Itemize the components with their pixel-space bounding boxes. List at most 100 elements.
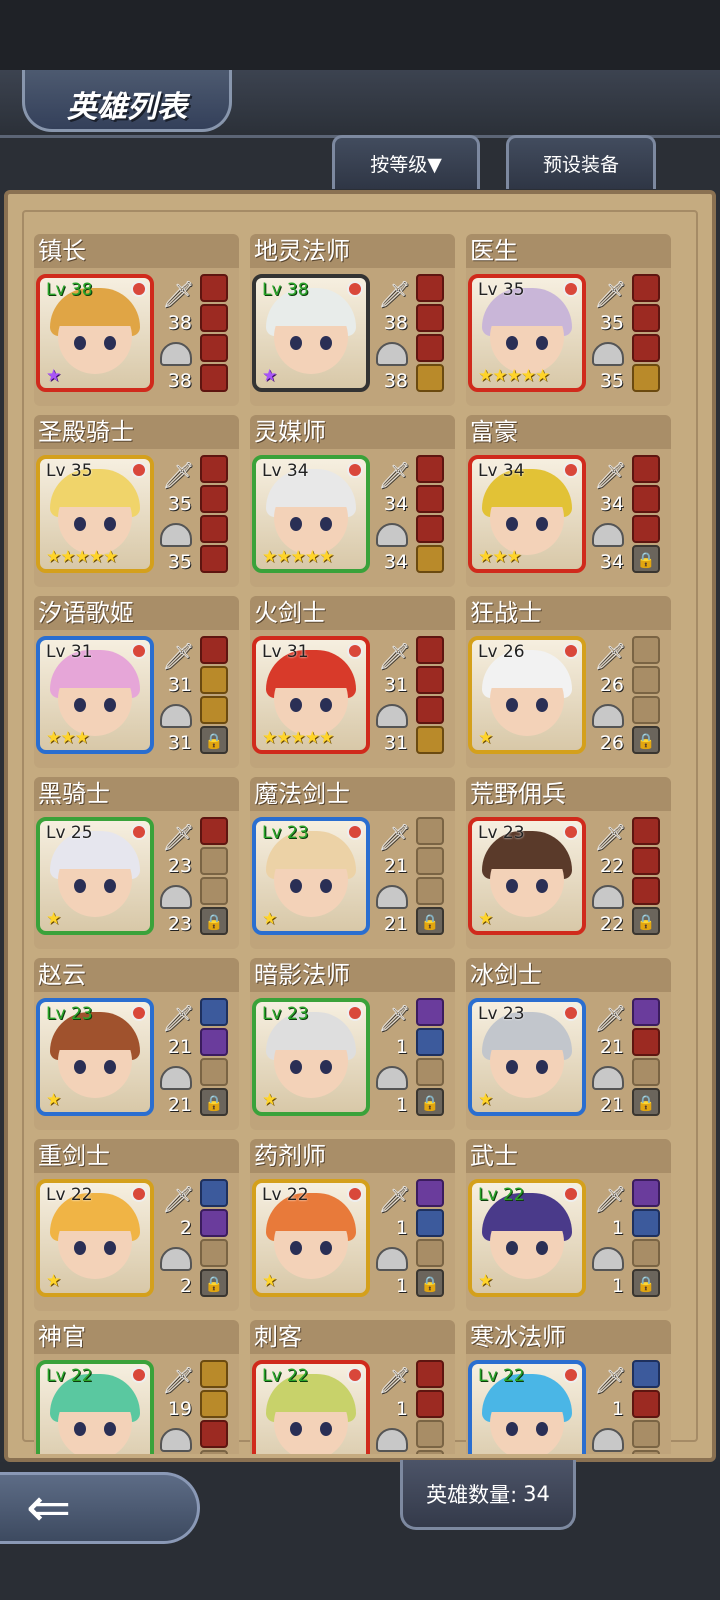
- equipment-slot[interactable]: [632, 364, 660, 392]
- equipment-slot[interactable]: [416, 274, 444, 302]
- equipment-slot[interactable]: [416, 515, 444, 543]
- equipment-slot[interactable]: [632, 1209, 660, 1237]
- equipment-slot[interactable]: [200, 364, 228, 392]
- equipment-slot[interactable]: [416, 696, 444, 724]
- equipment-slot[interactable]: [632, 1420, 660, 1448]
- equipment-slot[interactable]: [632, 847, 660, 875]
- lock-icon[interactable]: 🔒: [416, 1088, 444, 1116]
- equipment-slot[interactable]: [416, 1058, 444, 1086]
- equipment-slot[interactable]: [200, 636, 228, 664]
- equipment-slot[interactable]: [200, 545, 228, 573]
- equipment-slot[interactable]: [416, 334, 444, 362]
- equipment-slot[interactable]: [632, 515, 660, 543]
- hero-portrait[interactable]: Lv 25 ★: [36, 817, 154, 935]
- equipment-slot[interactable]: [416, 364, 444, 392]
- hero-card[interactable]: 冰剑士 Lv 23 ★ 🗡 21 21 🔒: [466, 958, 671, 1130]
- equipment-slot[interactable]: [632, 696, 660, 724]
- hero-card[interactable]: 汐语歌姬 Lv 31 ★★★ 🗡 31 31 🔒: [34, 596, 239, 768]
- lock-icon[interactable]: 🔒: [200, 1088, 228, 1116]
- equipment-slot[interactable]: [632, 877, 660, 905]
- hero-card[interactable]: 重剑士 Lv 22 ★ 🗡 2 2 🔒: [34, 1139, 239, 1311]
- hero-portrait[interactable]: Lv 34 ★★★★★: [252, 455, 370, 573]
- equipment-slot[interactable]: [416, 998, 444, 1026]
- equipment-slot[interactable]: [632, 817, 660, 845]
- equipment-slot[interactable]: [632, 334, 660, 362]
- hero-portrait[interactable]: Lv 38 ★: [252, 274, 370, 392]
- equipment-slot[interactable]: [200, 847, 228, 875]
- equipment-slot[interactable]: [200, 274, 228, 302]
- lock-icon[interactable]: 🔒: [632, 545, 660, 573]
- lock-icon[interactable]: 🔒: [632, 1088, 660, 1116]
- equipment-slot[interactable]: [416, 1390, 444, 1418]
- hero-portrait[interactable]: Lv 23 ★: [252, 817, 370, 935]
- equipment-slot[interactable]: [632, 485, 660, 513]
- equipment-slot[interactable]: [416, 455, 444, 483]
- hero-card[interactable]: 圣殿骑士 Lv 35 ★★★★★ 🗡 35 35: [34, 415, 239, 587]
- equipment-slot[interactable]: [200, 1420, 228, 1448]
- preset-equipment-button[interactable]: 预设装备: [506, 135, 656, 189]
- equipment-slot[interactable]: [632, 455, 660, 483]
- hero-card[interactable]: 刺客 Lv 22 🗡 1: [250, 1320, 455, 1454]
- hero-card[interactable]: 荒野佣兵 Lv 23 ★ 🗡 22 22 🔒: [466, 777, 671, 949]
- equipment-slot[interactable]: [416, 545, 444, 573]
- hero-card[interactable]: 镇长 Lv 38 ★ 🗡 38 38: [34, 234, 239, 406]
- hero-card[interactable]: 寒冰法师 Lv 22 🗡 1: [466, 1320, 671, 1454]
- equipment-slot[interactable]: [200, 455, 228, 483]
- equipment-slot[interactable]: [416, 636, 444, 664]
- equipment-slot[interactable]: [416, 1420, 444, 1448]
- equipment-slot[interactable]: [200, 877, 228, 905]
- hero-portrait[interactable]: Lv 26 ★: [468, 636, 586, 754]
- equipment-slot[interactable]: [632, 998, 660, 1026]
- hero-portrait[interactable]: Lv 31 ★★★: [36, 636, 154, 754]
- equipment-slot[interactable]: [416, 1028, 444, 1056]
- hero-grid[interactable]: 镇长 Lv 38 ★ 🗡 38 38 地灵法师 Lv 38 ★ 🗡 38 38 医生 Lv 35 ★★★★★…: [34, 234, 684, 1454]
- hero-card[interactable]: 魔法剑士 Lv 23 ★ 🗡 21 21 🔒: [250, 777, 455, 949]
- hero-portrait[interactable]: Lv 34 ★★★: [468, 455, 586, 573]
- equipment-slot[interactable]: [632, 304, 660, 332]
- lock-icon[interactable]: 🔒: [200, 726, 228, 754]
- hero-portrait[interactable]: Lv 22: [36, 1360, 154, 1454]
- hero-card[interactable]: 黑骑士 Lv 25 ★ 🗡 23 23 🔒: [34, 777, 239, 949]
- equipment-slot[interactable]: [632, 1450, 660, 1454]
- equipment-slot[interactable]: [632, 1360, 660, 1388]
- hero-card[interactable]: 武士 Lv 22 ★ 🗡 1 1 🔒: [466, 1139, 671, 1311]
- hero-card[interactable]: 药剂师 Lv 22 ★ 🗡 1 1 🔒: [250, 1139, 455, 1311]
- equipment-slot[interactable]: [416, 847, 444, 875]
- equipment-slot[interactable]: [416, 1239, 444, 1267]
- equipment-slot[interactable]: [416, 1450, 444, 1454]
- equipment-slot[interactable]: [416, 304, 444, 332]
- equipment-slot[interactable]: [416, 1179, 444, 1207]
- hero-portrait[interactable]: Lv 35 ★★★★★: [468, 274, 586, 392]
- equipment-slot[interactable]: [200, 304, 228, 332]
- hero-portrait[interactable]: Lv 23 ★: [252, 998, 370, 1116]
- equipment-slot[interactable]: [200, 998, 228, 1026]
- equipment-slot[interactable]: [200, 1239, 228, 1267]
- equipment-slot[interactable]: [632, 666, 660, 694]
- hero-portrait[interactable]: Lv 31 ★★★★★: [252, 636, 370, 754]
- equipment-slot[interactable]: [416, 666, 444, 694]
- equipment-slot[interactable]: [200, 1058, 228, 1086]
- equipment-slot[interactable]: [200, 817, 228, 845]
- hero-portrait[interactable]: Lv 23 ★: [36, 998, 154, 1116]
- hero-card[interactable]: 医生 Lv 35 ★★★★★ 🗡 35 35: [466, 234, 671, 406]
- hero-card[interactable]: 富豪 Lv 34 ★★★ 🗡 34 34 🔒: [466, 415, 671, 587]
- hero-portrait[interactable]: Lv 22 ★: [36, 1179, 154, 1297]
- sort-by-level-button[interactable]: 按等级▼: [332, 135, 480, 189]
- hero-portrait[interactable]: Lv 23 ★: [468, 998, 586, 1116]
- equipment-slot[interactable]: [200, 1450, 228, 1454]
- equipment-slot[interactable]: [632, 1179, 660, 1207]
- equipment-slot[interactable]: [416, 817, 444, 845]
- hero-card[interactable]: 狂战士 Lv 26 ★ 🗡 26 26 🔒: [466, 596, 671, 768]
- hero-portrait[interactable]: Lv 22 ★: [252, 1179, 370, 1297]
- equipment-slot[interactable]: [632, 1058, 660, 1086]
- equipment-slot[interactable]: [632, 1028, 660, 1056]
- equipment-slot[interactable]: [200, 666, 228, 694]
- equipment-slot[interactable]: [200, 1028, 228, 1056]
- lock-icon[interactable]: 🔒: [632, 726, 660, 754]
- equipment-slot[interactable]: [416, 877, 444, 905]
- back-button[interactable]: ⇐: [0, 1472, 200, 1544]
- hero-card[interactable]: 地灵法师 Lv 38 ★ 🗡 38 38: [250, 234, 455, 406]
- lock-icon[interactable]: 🔒: [200, 907, 228, 935]
- equipment-slot[interactable]: [632, 636, 660, 664]
- hero-card[interactable]: 火剑士 Lv 31 ★★★★★ 🗡 31 31: [250, 596, 455, 768]
